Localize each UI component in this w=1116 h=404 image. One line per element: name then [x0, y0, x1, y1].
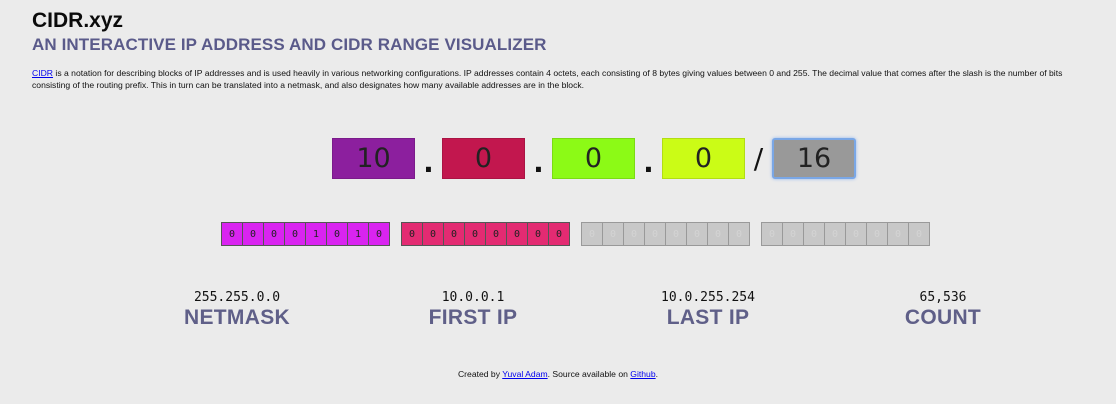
first-ip-label: FIRST IP [428, 306, 518, 329]
bit-cell: 0 [645, 223, 666, 245]
bit-cell: 0 [327, 223, 348, 245]
octet-4-input[interactable]: 0 [662, 138, 745, 179]
byte-2-bits: 00000000 [401, 222, 570, 246]
first-ip-stat: 10.0.0.1 FIRST IP [383, 290, 563, 331]
bit-cell: 0 [909, 223, 929, 245]
bit-cell: 0 [603, 223, 624, 245]
bit-cell: 0 [264, 223, 285, 245]
page-title: CIDR.xyz [32, 9, 124, 32]
bit-cell: 0 [783, 223, 804, 245]
page-subtitle: AN INTERACTIVE IP ADDRESS AND CIDR RANGE… [32, 35, 547, 54]
dot-separator: . [643, 146, 654, 179]
netmask-value: 255.255.0.0 [193, 290, 281, 305]
bit-cell: 0 [528, 223, 549, 245]
description-text: is a notation for describing blocks of I… [32, 68, 1063, 90]
bit-cell: 0 [402, 223, 423, 245]
bit-cell: 0 [687, 223, 708, 245]
bit-cell: 0 [582, 223, 603, 245]
author-link[interactable]: Yuval Adam [502, 369, 547, 379]
bit-cell: 0 [825, 223, 846, 245]
bit-cell: 0 [465, 223, 486, 245]
bit-cell: 0 [762, 223, 783, 245]
description: CIDR is a notation for describing blocks… [32, 68, 1102, 91]
bit-cell: 0 [666, 223, 687, 245]
cidr-link[interactable]: CIDR [32, 68, 53, 78]
dot-separator: . [533, 146, 544, 179]
octet-2-input[interactable]: 0 [442, 138, 525, 179]
bit-cell: 0 [243, 223, 264, 245]
bit-cell: 0 [285, 223, 306, 245]
footer: Created by Yuval Adam. Source available … [0, 369, 1116, 379]
first-ip-value: 10.0.0.1 [441, 290, 505, 305]
bit-cell: 0 [222, 223, 243, 245]
bit-cell: 0 [423, 223, 444, 245]
count-label: COUNT [904, 306, 982, 329]
netmask-label: NETMASK [184, 306, 290, 329]
bit-cell: 0 [486, 223, 507, 245]
byte-1-bits: 00001010 [221, 222, 390, 246]
bit-cell: 0 [624, 223, 645, 245]
octet-3-input[interactable]: 0 [552, 138, 635, 179]
bit-cell: 0 [507, 223, 528, 245]
github-link[interactable]: Github [630, 369, 655, 379]
bit-cell: 0 [888, 223, 909, 245]
count-value: 65,536 [919, 290, 967, 305]
bit-cell: 0 [369, 223, 389, 245]
footer-suffix: . [655, 369, 659, 379]
bit-cell: 0 [867, 223, 888, 245]
octet-1-input[interactable]: 10 [332, 138, 415, 179]
last-ip-label: LAST IP [666, 306, 750, 329]
dot-separator: . [423, 146, 434, 179]
bit-cell: 0 [729, 223, 749, 245]
bit-cell: 0 [444, 223, 465, 245]
bit-cell: 1 [306, 223, 327, 245]
netmask-stat: 255.255.0.0 NETMASK [147, 290, 327, 331]
last-ip-stat: 10.0.255.254 LAST IP [618, 290, 798, 331]
results-panel: 255.255.0.0 NETMASK 10.0.0.1 FIRST IP 10… [0, 290, 1116, 340]
bit-cell: 0 [804, 223, 825, 245]
binary-bits-display: 00001010000000000000000000000000 [221, 222, 930, 246]
count-stat: 65,536 COUNT [853, 290, 1033, 331]
byte-4-bits: 00000000 [761, 222, 930, 246]
bit-cell: 1 [348, 223, 369, 245]
slash-separator: / [753, 142, 764, 175]
footer-middle: . Source available on [547, 369, 631, 379]
bit-cell: 0 [708, 223, 729, 245]
byte-3-bits: 00000000 [581, 222, 750, 246]
prefix-length-input[interactable]: 16 [772, 138, 856, 179]
last-ip-value: 10.0.255.254 [661, 290, 755, 305]
footer-prefix: Created by [457, 369, 503, 379]
bit-cell: 0 [549, 223, 569, 245]
bit-cell: 0 [846, 223, 867, 245]
ip-address-input-group: 10 . 0 . 0 . 0 / 16 [332, 138, 856, 179]
